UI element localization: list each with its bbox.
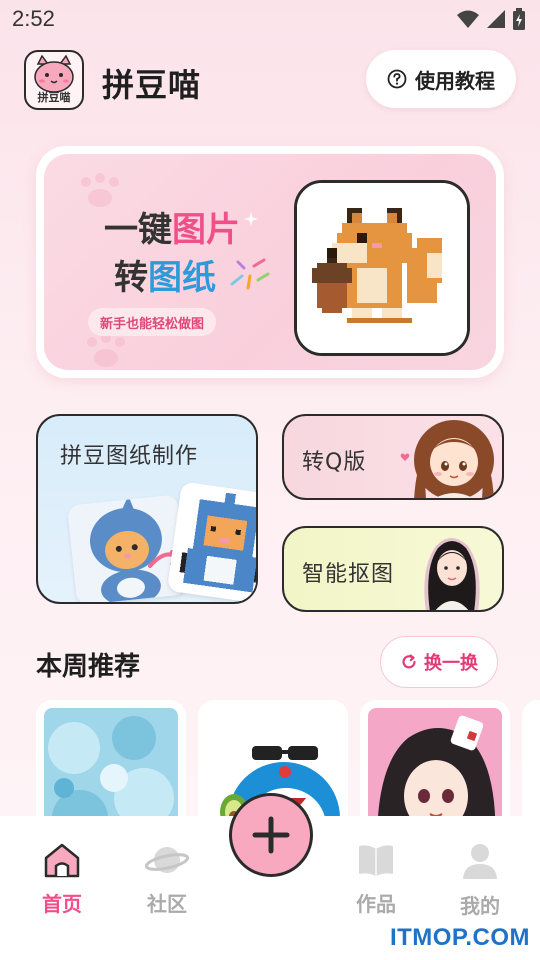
planet-icon xyxy=(144,847,190,873)
nav-community[interactable]: 社区 xyxy=(127,842,207,917)
pixel-kitten-image xyxy=(166,481,256,602)
tutorial-button[interactable]: 使用教程 xyxy=(366,50,516,108)
nav-community-label: 社区 xyxy=(147,892,187,916)
sparkle-icon xyxy=(244,212,258,226)
chibi-girl-image xyxy=(414,420,494,498)
weekly-recommend-title: 本周推荐 xyxy=(36,652,141,682)
refresh-label: 换一换 xyxy=(424,653,478,674)
app-logo: 拼豆喵 xyxy=(24,50,84,110)
nav-works-label: 作品 xyxy=(356,892,396,916)
banner-line1-prefix: 一键 xyxy=(104,210,172,250)
q-version-card[interactable]: 转Q版 xyxy=(282,414,504,500)
bead-pattern-label: 拼豆图纸制作 xyxy=(60,444,199,469)
home-icon xyxy=(44,843,80,878)
confetti-icon xyxy=(230,258,270,290)
create-button[interactable] xyxy=(229,793,313,877)
refresh-icon xyxy=(402,654,416,669)
status-bar: 2:52 xyxy=(0,0,540,38)
user-icon xyxy=(463,844,497,879)
banner-headline-2: 转图纸 xyxy=(114,250,216,299)
signal-icon xyxy=(487,10,505,28)
refresh-button[interactable]: 换一换 xyxy=(380,636,498,688)
banner-subtitle: 新手也能轻松做图 xyxy=(88,308,217,336)
promo-banner[interactable]: 一键图片 转图纸 新手也能轻松做图 xyxy=(36,146,504,378)
logo-text: 拼豆喵 xyxy=(37,91,71,104)
banner-line2-highlight: 图纸 xyxy=(148,258,216,298)
book-icon xyxy=(359,845,393,876)
paw-decoration-icon xyxy=(87,333,125,367)
status-icons xyxy=(456,8,526,30)
q-version-label: 转Q版 xyxy=(302,450,367,475)
header: 拼豆喵 拼豆喵 使用教程 xyxy=(0,46,540,114)
nav-home[interactable]: 首页 xyxy=(22,842,102,917)
nav-works[interactable]: 作品 xyxy=(336,842,416,917)
nav-mine[interactable]: 我的 xyxy=(440,842,520,919)
smart-cutout-card[interactable]: 智能抠图 xyxy=(282,526,504,612)
bead-pattern-card[interactable]: 拼豆图纸制作 xyxy=(36,414,258,604)
portrait-woman-image xyxy=(424,538,480,610)
watermark: ITMOP.COM xyxy=(389,924,530,951)
app-title: 拼豆喵 xyxy=(102,66,202,104)
plus-icon xyxy=(252,816,290,854)
help-circle-icon xyxy=(387,69,407,89)
banner-line2-prefix: 转 xyxy=(114,258,148,298)
smart-cutout-label: 智能抠图 xyxy=(302,562,395,587)
wifi-icon xyxy=(457,10,479,28)
banner-inner: 一键图片 转图纸 新手也能轻松做图 xyxy=(44,154,496,370)
status-time: 2:52 xyxy=(12,6,55,31)
nav-mine-label: 我的 xyxy=(460,894,500,918)
heart-icon xyxy=(400,453,410,461)
tutorial-label: 使用教程 xyxy=(415,68,495,93)
nav-home-label: 首页 xyxy=(42,892,82,916)
banner-headline-1: 一键图片 xyxy=(104,202,240,251)
battery-icon xyxy=(513,8,525,30)
pixel-dog-illustration xyxy=(294,180,470,356)
banner-line1-highlight: 图片 xyxy=(172,210,240,250)
